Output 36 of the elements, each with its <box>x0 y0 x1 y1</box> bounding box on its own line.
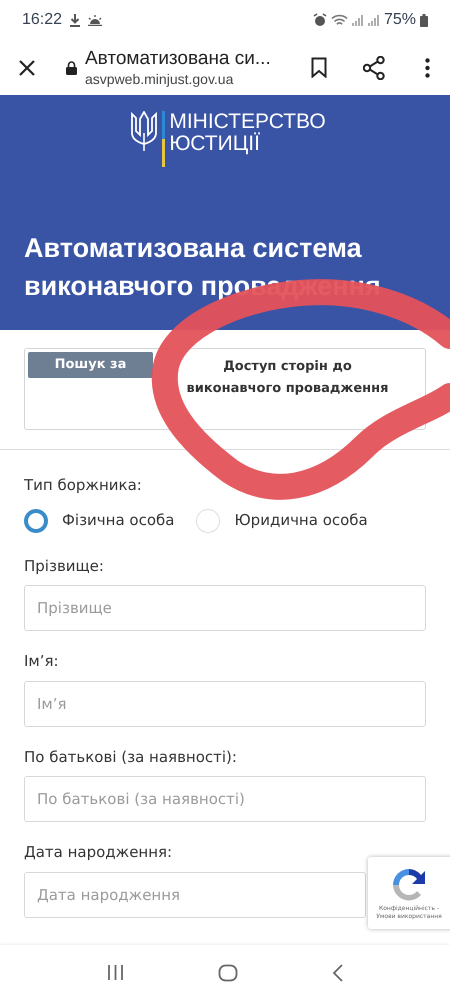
logo-text: МІНІСТЕРСТВО <box>169 111 326 133</box>
input-field[interactable]: Прізвище <box>24 585 426 631</box>
page-url: asvpweb.minjust.gov.ua <box>85 70 234 88</box>
field-label: По батькові (за наявності): <box>24 746 238 768</box>
input-field[interactable]: Ім’я <box>24 680 426 726</box>
page-title: Автоматизована си... <box>85 46 271 71</box>
back-icon[interactable] <box>332 964 343 982</box>
signal-icon <box>368 14 380 26</box>
trident-icon <box>130 111 158 151</box>
lock-icon <box>66 60 77 74</box>
wifi-icon <box>330 14 348 26</box>
radio-label[interactable]: Юридична особа <box>234 509 368 532</box>
input-field[interactable]: Дата народження <box>24 872 366 918</box>
field-label: Дата народження: <box>24 842 174 863</box>
download-icon <box>70 14 80 26</box>
signal-icon <box>352 14 364 26</box>
radio-button[interactable] <box>24 508 48 532</box>
status-time: 16:22 <box>22 10 62 30</box>
field-label: Тип боржника: <box>24 475 143 496</box>
share-icon[interactable] <box>362 56 385 80</box>
logo-text: ЮСТИЦІЇ <box>169 133 261 155</box>
battery-percent: 75% <box>384 10 416 30</box>
recent-apps-icon[interactable] <box>107 964 124 981</box>
field-label: Ім’я: <box>24 651 60 672</box>
flag-stripe-icon <box>162 111 166 167</box>
alarm-icon <box>312 13 327 27</box>
more-icon[interactable] <box>424 58 430 78</box>
weather-icon <box>88 14 102 26</box>
home-icon[interactable] <box>218 964 238 982</box>
battery-icon <box>420 14 428 26</box>
tab[interactable]: Пошук за <box>28 352 153 378</box>
close-icon[interactable] <box>18 58 36 76</box>
input-field[interactable]: По батькові (за наявності) <box>24 776 426 822</box>
bookmark-icon[interactable] <box>310 57 327 78</box>
radio-label[interactable]: Фізична особа <box>62 509 174 532</box>
field-label: Прізвище: <box>24 556 105 576</box>
